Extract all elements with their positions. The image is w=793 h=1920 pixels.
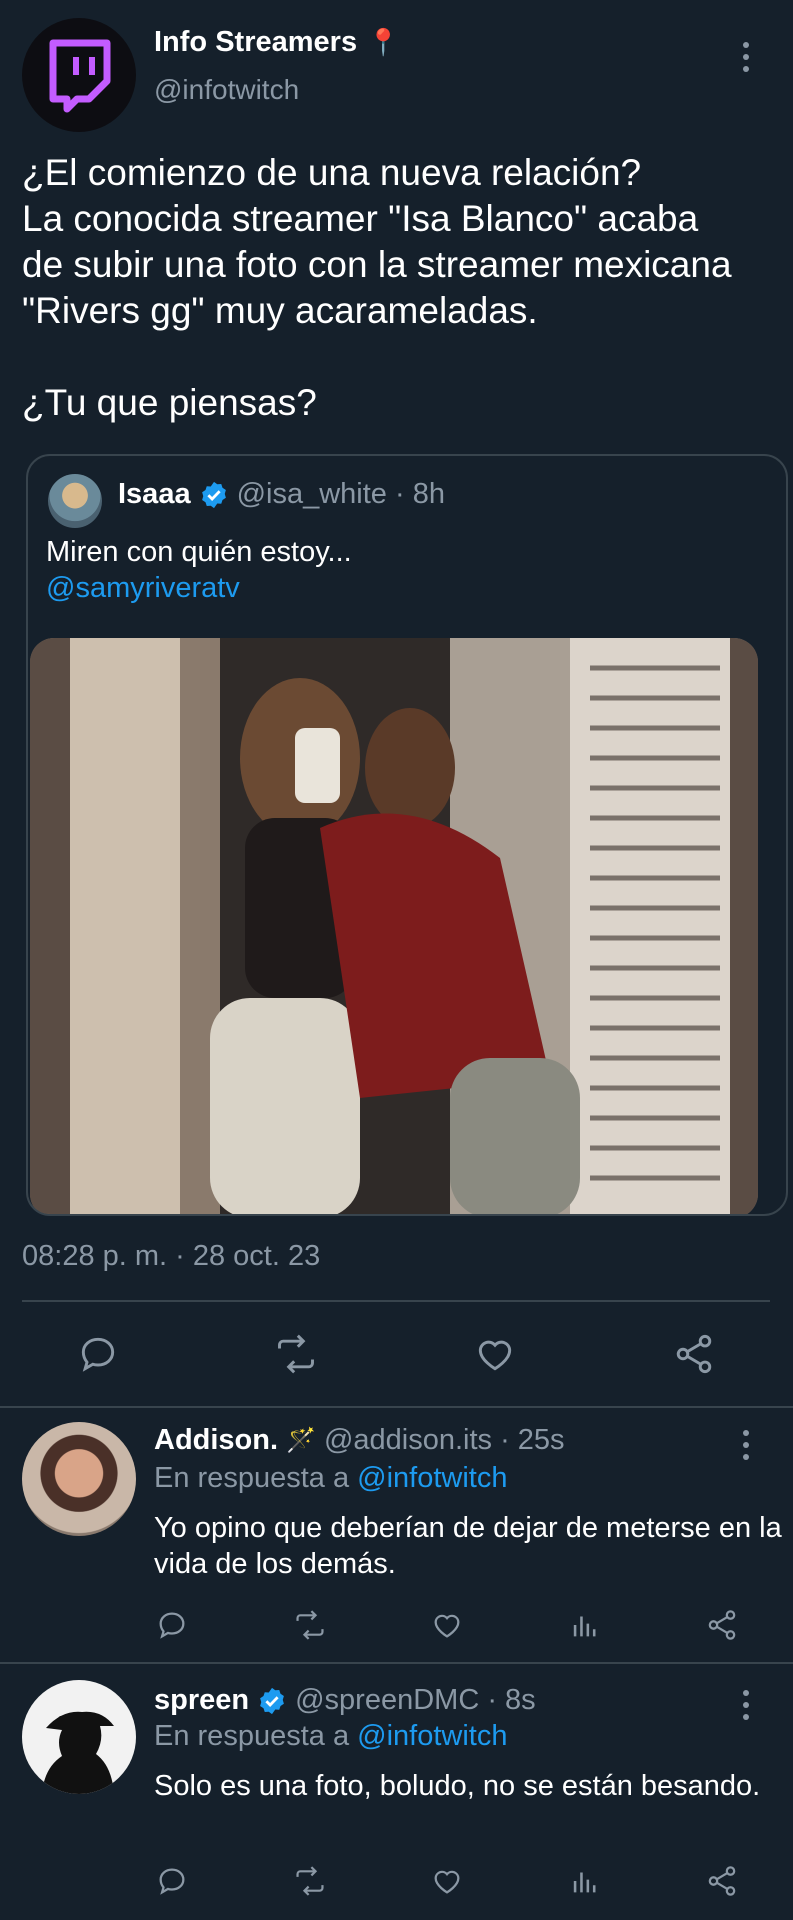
tweet-line: ¿El comienzo de una nueva relación? (22, 152, 642, 193)
reply-meta: @addison.its · 25s (323, 1424, 565, 1456)
quoted-author-name[interactable]: Isaaa (118, 478, 191, 511)
pin-icon: 📍 (367, 27, 400, 57)
quoted-mention-link[interactable]: @samyriveratv (46, 570, 352, 606)
reply-icon[interactable] (155, 1608, 189, 1642)
divider (22, 1300, 770, 1302)
reply-icon[interactable] (155, 1864, 189, 1898)
reply-icon[interactable] (76, 1332, 120, 1376)
quoted-text: Miren con quién estoy... (46, 536, 352, 568)
more-icon[interactable] (743, 42, 749, 72)
like-icon[interactable] (430, 1608, 464, 1642)
author-name[interactable]: Info Streamers (154, 26, 357, 59)
retweet-icon[interactable] (272, 1332, 320, 1376)
author-avatar[interactable] (22, 18, 136, 132)
verified-icon (201, 481, 226, 508)
tweet-line: "Rivers gg" muy acarameladas. (22, 290, 538, 331)
reply-header: Addison. 🪄 @addison.its · 25s (154, 1424, 565, 1457)
retweet-icon[interactable] (292, 1608, 328, 1642)
divider (0, 1662, 793, 1664)
reply-author-name[interactable]: Addison. (154, 1424, 278, 1457)
like-icon[interactable] (473, 1332, 517, 1376)
silhouette-illustration (42, 1711, 114, 1794)
divider (0, 1406, 793, 1408)
like-icon[interactable] (430, 1864, 464, 1898)
tweet-timestamp: 08:28 p. m. · 28 oct. 23 (22, 1240, 321, 1272)
retweet-icon[interactable] (292, 1864, 328, 1898)
tweet-text: ¿El comienzo de una nueva relación? La c… (22, 150, 787, 426)
quoted-photo[interactable] (30, 638, 758, 1214)
reply-avatar[interactable] (22, 1680, 136, 1794)
share-icon[interactable] (705, 1608, 739, 1642)
tweet-line: La conocida streamer "Isa Blanco" acaba (22, 198, 699, 239)
reply-text: Yo opino que deberían de dejar de meters… (154, 1512, 782, 1580)
reply-to-link[interactable]: @infotwitch (357, 1462, 507, 1494)
share-icon[interactable] (705, 1864, 739, 1898)
tweet-line: de subir una foto con la streamer mexica… (22, 244, 732, 285)
quoted-meta: @isa_white · 8h (236, 478, 445, 510)
verified-icon (260, 1687, 284, 1714)
quoted-author-avatar[interactable] (48, 474, 102, 528)
wand-icon: 🪄 (286, 1427, 316, 1454)
reply-header: spreen @spreenDMC · 8s (154, 1684, 536, 1717)
reply-meta: @spreenDMC · 8s (295, 1684, 536, 1716)
twitch-logo-icon (49, 39, 111, 113)
reply-prefix: En respuesta a (154, 1720, 350, 1752)
tweet-question: ¿Tu que piensas? (22, 382, 317, 423)
quoted-text-block: Miren con quién estoy... @samyriveratv (46, 534, 352, 606)
more-icon[interactable] (743, 1690, 749, 1720)
views-icon[interactable] (568, 1608, 602, 1642)
author-name-row: Info Streamers 📍 (154, 26, 399, 59)
more-icon[interactable] (743, 1430, 749, 1460)
reply-text: Solo es una foto, boludo, no se están be… (154, 1770, 761, 1802)
share-icon[interactable] (672, 1332, 716, 1376)
reply-context: En respuesta a @infotwitch (154, 1720, 507, 1753)
author-handle[interactable]: @infotwitch (154, 74, 299, 106)
reply-avatar[interactable] (22, 1422, 136, 1536)
reply-to-link[interactable]: @infotwitch (357, 1720, 507, 1752)
reply-author-name[interactable]: spreen (154, 1684, 249, 1717)
reply-context: En respuesta a @infotwitch (154, 1462, 507, 1495)
quoted-header: Isaaa @isa_white · 8h (118, 478, 445, 511)
photo-illustration (30, 638, 758, 1214)
views-icon[interactable] (568, 1864, 602, 1898)
reply-prefix: En respuesta a (154, 1462, 350, 1494)
quoted-tweet[interactable]: Isaaa @isa_white · 8h Miren con quién es… (26, 454, 788, 1216)
